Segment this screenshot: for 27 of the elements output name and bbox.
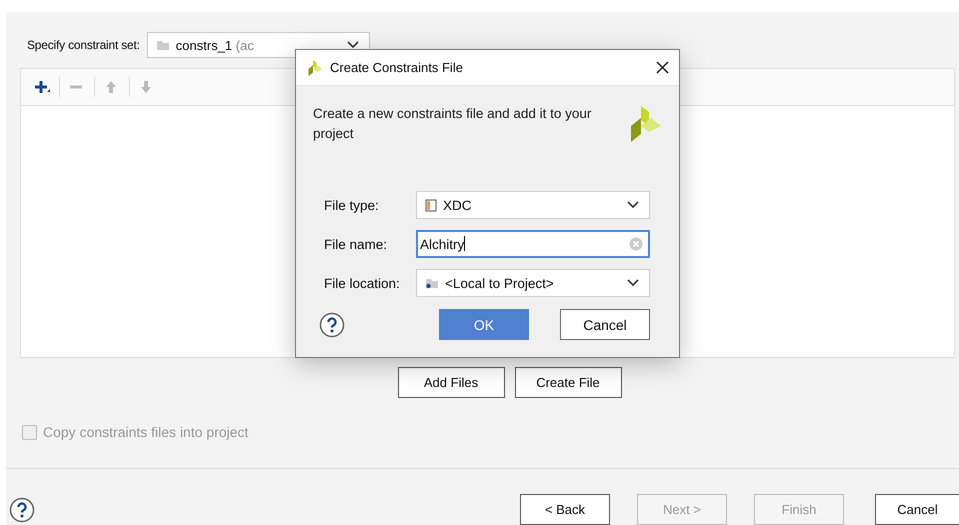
copy-checkbox-label: Copy constraints files into project bbox=[43, 424, 248, 440]
constraint-set-label: Specify constraint set: bbox=[27, 38, 140, 52]
plus-icon[interactable] bbox=[33, 79, 51, 95]
cancel-button[interactable]: Cancel bbox=[560, 309, 650, 340]
help-icon[interactable] bbox=[9, 496, 35, 522]
folder-icon bbox=[156, 40, 170, 50]
ok-button[interactable]: OK bbox=[439, 309, 529, 340]
chevron-down-icon bbox=[627, 279, 639, 287]
help-icon[interactable] bbox=[319, 312, 345, 338]
nav-button[interactable]: Cancel bbox=[875, 494, 959, 525]
field-label: File name: bbox=[324, 236, 388, 252]
chevron-down-icon bbox=[346, 41, 359, 49]
field-label: File type: bbox=[324, 198, 380, 212]
nav-button[interactable]: < Back bbox=[520, 494, 610, 525]
folder-icon bbox=[425, 278, 439, 288]
chevron-down-icon bbox=[627, 201, 639, 209]
file-name-field[interactable]: Alchitry bbox=[416, 230, 650, 258]
clear-icon[interactable] bbox=[629, 237, 643, 251]
file-button[interactable]: Create File bbox=[514, 367, 622, 398]
file-type-dropdown[interactable]: XDC bbox=[416, 191, 650, 219]
field-label: File location: bbox=[324, 276, 401, 290]
file-location-dropdown[interactable]: <Local to Project> bbox=[416, 269, 650, 297]
dialog-title: Create Constraints File bbox=[330, 60, 464, 75]
file-button[interactable]: Add Files bbox=[398, 367, 504, 398]
close-icon[interactable] bbox=[656, 61, 669, 74]
file-icon bbox=[425, 198, 437, 212]
dialog-description: Create a new constraints file and add it to your project bbox=[313, 105, 592, 143]
